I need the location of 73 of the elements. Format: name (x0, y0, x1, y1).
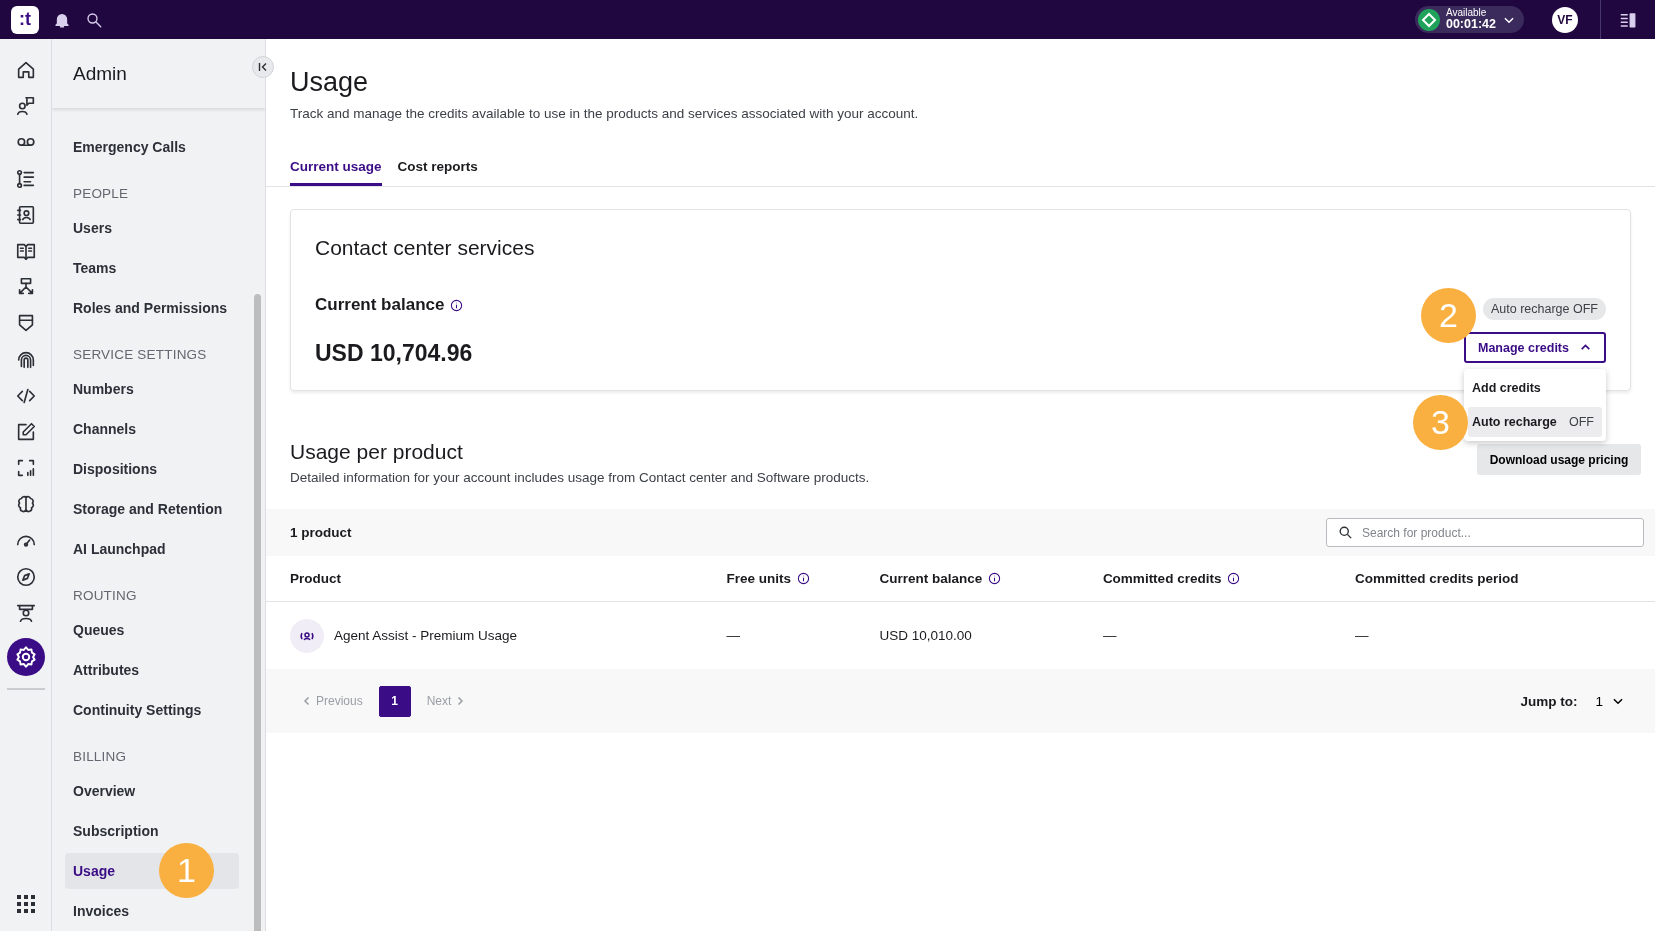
nav-item[interactable]: Emergency Calls (65, 129, 239, 165)
auto-recharge-status: Auto recharge OFF (1483, 298, 1606, 320)
column-header: Committed credits period (1355, 571, 1519, 586)
product-count: 1 product (290, 525, 352, 540)
apps-grid-icon[interactable] (16, 895, 35, 913)
settings-icon[interactable] (6, 638, 45, 676)
nav-item[interactable]: Continuity Settings (65, 692, 239, 728)
table-cell: Agent Assist - Premium Usage (334, 628, 518, 643)
page-title: Usage (290, 67, 370, 98)
table-cell: USD 10,010.00 (879, 628, 972, 643)
manage-credits-button[interactable]: Manage credits (1464, 332, 1606, 363)
step-number-tooltip: 2 (1421, 288, 1476, 343)
menu-item[interactable]: Auto recharge OFF (1468, 407, 1602, 437)
side-panel-icon[interactable] (1619, 10, 1637, 29)
sidebar-title: Admin (73, 62, 127, 85)
nav-item[interactable]: Overview (65, 773, 239, 809)
tab[interactable]: Cost reports (397, 153, 478, 186)
balance-label: Current balance (315, 295, 445, 315)
chevron-right-icon (455, 696, 466, 706)
nav-item[interactable]: Queues (65, 612, 239, 648)
user-avatar[interactable]: VF (1552, 6, 1578, 33)
download-button[interactable]: Download usage pricing (1477, 444, 1641, 475)
column-header: Current balance (879, 571, 983, 586)
nav-item[interactable]: Channels (65, 411, 239, 447)
column-header: Free units (726, 571, 791, 586)
search-icon[interactable] (85, 10, 103, 29)
compass-icon[interactable] (14, 565, 37, 588)
nav-item[interactable]: Roles and Permissions (65, 290, 239, 326)
contact-book-icon[interactable] (14, 203, 37, 226)
card-title: Contact center services (315, 236, 535, 260)
info-icon[interactable] (796, 572, 810, 585)
nav-item[interactable]: Dispositions (65, 451, 239, 487)
info-icon[interactable] (988, 572, 1002, 585)
table-cell: — (1102, 628, 1117, 643)
list-icon[interactable] (14, 167, 37, 190)
page-select[interactable]: 1 (1589, 692, 1631, 710)
section-heading: PEOPLE (72, 185, 130, 203)
section-description: Detailed information for your account includes usage from Contact center and Software products. (290, 470, 870, 485)
nav-item[interactable]: Attributes (65, 652, 239, 688)
agent-icon (290, 618, 324, 653)
person-speech-icon[interactable] (14, 95, 37, 118)
search-icon (1338, 525, 1353, 540)
jump-label: Jump to: (1520, 693, 1578, 709)
page-button[interactable]: 1 (378, 685, 411, 717)
status-selector[interactable]: Available 00:01:42 (1414, 6, 1524, 33)
app-logo[interactable]: :t (11, 5, 39, 34)
nav-item[interactable]: Numbers (65, 371, 239, 407)
section-heading: ROUTING (72, 587, 138, 605)
info-icon[interactable] (450, 298, 464, 312)
search-field[interactable]: Search for product... (1326, 518, 1644, 547)
nav-item[interactable]: Storage and Retention (65, 491, 239, 527)
column-header: Product (290, 571, 341, 586)
column-header: Committed credits (1102, 571, 1222, 586)
chevron-left-icon (302, 696, 312, 706)
tab[interactable]: Current usage (290, 153, 382, 186)
section-heading: SERVICE SETTINGS (72, 346, 208, 364)
balance-amount: USD 10,704.96 (315, 340, 474, 367)
section-title: Usage per product (290, 440, 464, 464)
page-subtitle: Track and manage the credits available to use in the products and services associated with your account. (290, 106, 920, 121)
step-number-tooltip: 3 (1413, 395, 1468, 450)
collapse-button[interactable] (252, 56, 274, 78)
scrollbar[interactable] (254, 294, 261, 931)
section-heading: BILLING (72, 748, 128, 766)
collapse-icon (258, 62, 268, 72)
nav-item[interactable]: Teams (65, 250, 239, 286)
step-number-tooltip: 1 (159, 843, 214, 898)
nav-item[interactable]: AI Launchpad (65, 531, 239, 567)
table-cell: — (1355, 628, 1369, 643)
nav-item[interactable]: Users (65, 210, 239, 246)
menu-item[interactable]: Add credits (1468, 373, 1602, 403)
status-icon (1417, 8, 1440, 31)
table-cell: — (726, 628, 740, 643)
info-icon[interactable] (1227, 572, 1241, 585)
